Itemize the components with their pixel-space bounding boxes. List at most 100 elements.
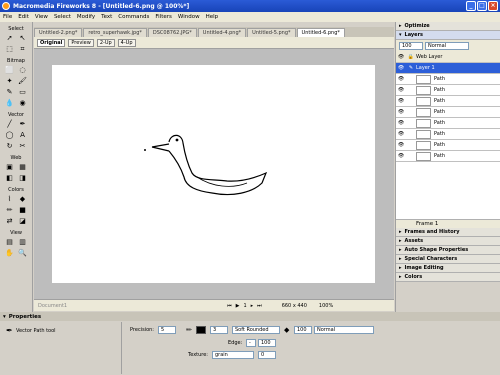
web-layer-row[interactable]: 👁 🔒 Web Layer xyxy=(396,52,500,63)
eye-icon[interactable]: 👁 xyxy=(396,153,406,159)
drawing-canvas[interactable] xyxy=(52,65,375,283)
brush-tool-icon[interactable]: 🖌 xyxy=(17,76,29,86)
default-colors-icon[interactable]: ◪ xyxy=(17,216,29,226)
layer-object-row[interactable]: 👁 Path xyxy=(396,96,500,107)
first-frame-icon[interactable]: ⏮ xyxy=(227,303,232,309)
line-tool-icon[interactable]: ╱ xyxy=(4,119,16,129)
panel-colors[interactable]: ▸ Colors xyxy=(396,273,500,282)
panel-layers[interactable]: ▾ Layers xyxy=(396,31,500,40)
pen-tool-icon[interactable]: ✒ xyxy=(17,119,29,129)
stroke-type-dropdown[interactable]: Soft Rounded xyxy=(232,326,280,334)
full-screen-icon[interactable]: ▥ xyxy=(17,237,29,247)
eye-icon[interactable]: 👁 xyxy=(396,142,406,148)
minimize-button[interactable]: _ xyxy=(466,1,476,11)
next-frame-icon[interactable]: ▸ xyxy=(251,303,254,309)
menu-file[interactable]: File xyxy=(3,14,12,20)
eyedropper-tool-icon[interactable]: ⌇ xyxy=(4,194,16,204)
menu-select[interactable]: Select xyxy=(54,14,71,20)
menu-window[interactable]: Window xyxy=(178,14,200,20)
layer-opacity-field[interactable]: 100 xyxy=(399,42,423,50)
edge-amount-field[interactable]: 100 xyxy=(258,339,276,347)
close-button[interactable]: × xyxy=(488,1,498,11)
screen-mode-icon[interactable]: ▤ xyxy=(4,237,16,247)
knife-tool-icon[interactable]: ✂ xyxy=(17,141,29,151)
stroke-size-field[interactable]: 3 xyxy=(210,326,228,334)
eye-icon[interactable]: 👁 xyxy=(396,131,406,137)
properties-header[interactable]: ▾ Properties xyxy=(0,312,500,321)
view-2up-button[interactable]: 2-Up xyxy=(96,38,115,47)
zoom-tool-icon[interactable]: 🔍 xyxy=(17,248,29,258)
object-opacity-field[interactable]: 100 xyxy=(294,326,312,334)
view-preview-button[interactable]: Preview xyxy=(68,38,94,47)
object-blend-mode[interactable]: Normal xyxy=(314,326,374,334)
lasso-tool-icon[interactable]: ◌ xyxy=(17,65,29,75)
eye-icon[interactable]: 👁 xyxy=(396,120,406,126)
show-slices-icon[interactable]: ◨ xyxy=(17,173,29,183)
menu-commands[interactable]: Commands xyxy=(118,14,149,20)
swap-colors-icon[interactable]: ⇄ xyxy=(4,216,16,226)
pencil-tool-icon[interactable]: ✎ xyxy=(4,87,16,97)
panel-image-editing[interactable]: ▸ Image Editing xyxy=(396,264,500,273)
pointer-tool-icon[interactable]: ➚ xyxy=(4,33,16,43)
stroke-color-icon[interactable]: ✏ xyxy=(4,205,16,215)
subselect-tool-icon[interactable]: ↖ xyxy=(17,33,29,43)
stroke-color-swatch[interactable] xyxy=(196,326,206,334)
menu-help[interactable]: Help xyxy=(206,14,219,20)
last-frame-icon[interactable]: ⏭ xyxy=(257,303,262,309)
marquee-tool-icon[interactable]: ⬜ xyxy=(4,65,16,75)
menu-view[interactable]: View xyxy=(35,14,48,20)
precision-dropdown[interactable]: 5 xyxy=(158,326,176,334)
doc-tab[interactable]: Untitled-2.png* xyxy=(34,28,83,37)
eye-icon[interactable]: 👁 xyxy=(396,76,406,82)
ellipse-tool-icon[interactable]: ◯ xyxy=(4,130,16,140)
zoom-level[interactable]: 100% xyxy=(319,303,333,309)
doc-tab-active[interactable]: Untitled-6.png* xyxy=(296,28,345,37)
layer-object-row[interactable]: 👁 Path xyxy=(396,129,500,140)
layer-row-selected[interactable]: 👁 ✎ Layer 1 xyxy=(396,63,500,74)
eye-icon[interactable]: 👁 xyxy=(396,87,406,93)
menu-edit[interactable]: Edit xyxy=(18,14,29,20)
hide-slices-icon[interactable]: ◧ xyxy=(4,173,16,183)
layer-object-row[interactable]: 👁 Path xyxy=(396,151,500,162)
menu-filters[interactable]: Filters xyxy=(155,14,172,20)
layer-object-row[interactable]: 👁 Path xyxy=(396,85,500,96)
magic-wand-icon[interactable]: ✦ xyxy=(4,76,16,86)
blur-tool-icon[interactable]: 💧 xyxy=(4,98,16,108)
play-icon[interactable]: ▶ xyxy=(236,303,240,309)
menu-modify[interactable]: Modify xyxy=(77,14,95,20)
eye-icon[interactable]: 👁 xyxy=(396,98,406,104)
paint-bucket-icon[interactable]: ◆ xyxy=(17,194,29,204)
panel-auto-shape[interactable]: ▸ Auto Shape Properties xyxy=(396,246,500,255)
view-original-button[interactable]: Original xyxy=(37,38,66,47)
texture-amount-field[interactable]: 0 xyxy=(258,351,276,359)
doc-tab[interactable]: retro_superhawk.jpg* xyxy=(83,28,147,37)
texture-dropdown[interactable]: grain xyxy=(212,351,254,359)
menu-text[interactable]: Text xyxy=(101,14,112,20)
pencil-icon[interactable]: ✎ xyxy=(406,65,416,71)
view-4up-button[interactable]: 4-Up xyxy=(117,38,136,47)
freeform-tool-icon[interactable]: ↻ xyxy=(4,141,16,151)
maximize-button[interactable]: □ xyxy=(477,1,487,11)
eye-icon[interactable]: 👁 xyxy=(396,54,406,60)
panel-optimize[interactable]: ▸ Optimize xyxy=(396,22,500,31)
doc-tab[interactable]: Untitled-5.png* xyxy=(247,28,296,37)
panel-assets[interactable]: ▸ Assets xyxy=(396,237,500,246)
panel-frames-history[interactable]: ▸ Frames and History xyxy=(396,228,500,237)
doc-tab[interactable]: Untitled-4.png* xyxy=(197,28,247,37)
doc-tab[interactable]: DSC08762.JPG* xyxy=(147,28,197,37)
panel-special-chars[interactable]: ▸ Special Characters xyxy=(396,255,500,264)
rubber-stamp-icon[interactable]: ◉ xyxy=(17,98,29,108)
eye-icon[interactable]: 👁 xyxy=(396,65,406,71)
lock-icon[interactable]: 🔒 xyxy=(406,54,416,60)
slice-tool-icon[interactable]: ▦ xyxy=(17,162,29,172)
layer-object-row[interactable]: 👁 Path xyxy=(396,118,500,129)
crop-tool-icon[interactable]: ⌗ xyxy=(17,44,29,54)
edge-type-dropdown[interactable]: - xyxy=(246,339,256,347)
scale-tool-icon[interactable]: ⬚ xyxy=(4,44,16,54)
text-tool-icon[interactable]: A xyxy=(17,130,29,140)
fill-color-icon[interactable]: ■ xyxy=(17,205,29,215)
eye-icon[interactable]: 👁 xyxy=(396,109,406,115)
layer-object-row[interactable]: 👁 Path xyxy=(396,107,500,118)
eraser-tool-icon[interactable]: ▭ xyxy=(17,87,29,97)
layer-blend-mode[interactable]: Normal xyxy=(425,42,469,50)
